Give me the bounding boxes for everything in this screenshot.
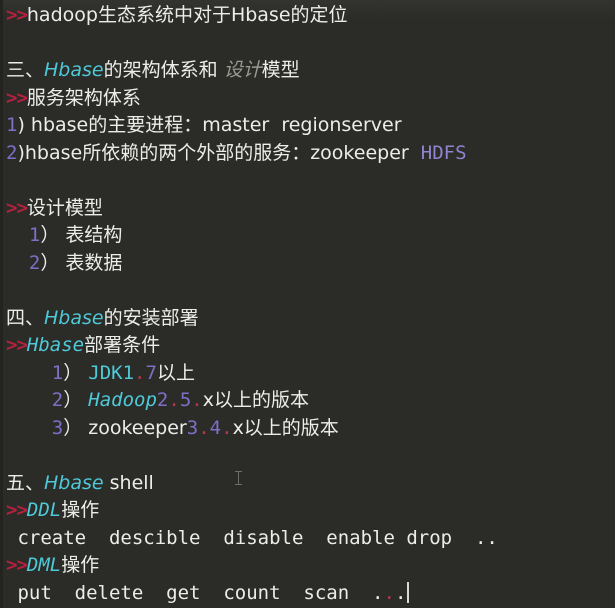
token-white: 五、 <box>6 471 45 494</box>
editor-line[interactable]: 三、Hbase的架构体系和 设计模型 <box>0 57 615 85</box>
token-dot: . <box>168 389 180 411</box>
token-white: . <box>394 581 407 604</box>
editor-line[interactable]: 3） zookeeper3.4.x以上的版本 <box>0 415 615 443</box>
token-dot: . <box>383 581 395 604</box>
token-white: 的安装部署 <box>103 306 199 329</box>
token-marker: >> <box>6 196 28 219</box>
token-purple: 2 <box>51 389 64 411</box>
token-marker: >> <box>6 86 28 109</box>
token-white: create descible disable enable drop .. <box>6 526 498 549</box>
token-white: shell <box>103 471 154 494</box>
token-white: put delete get count scan . <box>6 581 384 604</box>
token-cyan: DDL <box>26 499 62 521</box>
token-white <box>6 389 52 411</box>
editor-line[interactable]: >>DML操作 <box>0 552 615 580</box>
token-white: hadoop生态系统中对于Hbase的定位 <box>26 4 348 26</box>
editor-line[interactable]: put delete get count scan ... <box>0 580 615 608</box>
token-white: 以上 <box>156 361 195 384</box>
editor-line[interactable]: >>Hbase部署条件 <box>0 332 615 360</box>
token-cyan: DML <box>26 554 62 576</box>
token-cyan: Hbase <box>44 471 104 494</box>
token-marker: >> <box>6 499 28 521</box>
token-white: ） zookeeper <box>63 416 187 439</box>
token-white <box>6 417 52 439</box>
token-white: ) hbase的主要进程：master regionserver <box>17 114 402 136</box>
token-cyan: Hbase <box>44 59 104 81</box>
editor-line[interactable] <box>0 167 615 195</box>
editor-line[interactable]: 1) hbase的主要进程：master regionserver <box>0 112 615 140</box>
editor-line[interactable]: create descible disable enable drop .. <box>0 525 615 553</box>
token-white: ） <box>63 389 89 411</box>
token-cyan-upright: JDK1 <box>88 361 135 384</box>
token-purple: 1 <box>28 224 41 246</box>
token-cyan: Hadoop <box>88 389 157 411</box>
editor-line[interactable]: >>设计模型 <box>0 195 615 223</box>
token-white <box>6 362 52 384</box>
token-white: 三、 <box>6 59 45 81</box>
token-white: x以上的版本 <box>232 416 339 439</box>
editor-line[interactable]: 2） 表数据 <box>0 250 615 278</box>
editor-line[interactable]: >>服务架构体系 <box>0 85 615 113</box>
editor-line[interactable]: 2)hbase所依赖的两个外部的服务：zookeeper HDFS <box>0 140 615 168</box>
token-white: 服务架构体系 <box>26 86 141 109</box>
token-purple: 1 <box>51 361 64 384</box>
editor-line[interactable]: 1） JDK1.7以上 <box>0 360 615 388</box>
token-white: ） 表数据 <box>40 251 123 274</box>
token-purple: 2 <box>6 141 18 164</box>
token-gray-italic: 设计 <box>223 59 262 81</box>
token-purple: 2 <box>156 389 169 411</box>
text-editor-canvas[interactable]: >>hadoop生态系统中对于Hbase的定位 三、Hbase的架构体系和 设计… <box>0 0 615 608</box>
token-cyan: Hbase <box>26 334 85 356</box>
editor-line[interactable] <box>0 277 615 305</box>
token-white <box>6 224 29 246</box>
token-purple: 3 <box>51 416 64 439</box>
token-white: )hbase所依赖的两个外部的服务：zookeeper <box>17 141 421 164</box>
editor-line[interactable] <box>0 442 615 470</box>
editor-line[interactable]: 1） 表结构 <box>0 222 615 250</box>
token-white: 操作 <box>61 554 100 576</box>
token-purple: 4 <box>209 416 222 439</box>
token-purple: 5 <box>179 389 192 411</box>
token-white: 部署条件 <box>84 334 161 356</box>
text-caret <box>407 581 410 603</box>
token-white: 操作 <box>61 499 100 521</box>
token-marker: >> <box>6 554 28 576</box>
token-white: 设计模型 <box>26 196 103 219</box>
token-cyan: Hbase <box>44 306 104 329</box>
token-purple: 1 <box>6 114 18 136</box>
editor-line[interactable]: 2） Hadoop2.5.x以上的版本 <box>0 387 615 415</box>
token-white <box>6 252 29 274</box>
token-marker: >> <box>6 334 28 356</box>
token-purple: 3 <box>186 416 199 439</box>
token-purple: 2 <box>28 251 41 274</box>
editor-line[interactable]: 四、Hbase的安装部署 <box>0 305 615 333</box>
token-lavender: HDFS <box>420 141 467 164</box>
document-lines[interactable]: >>hadoop生态系统中对于Hbase的定位 三、Hbase的架构体系和 设计… <box>0 0 615 607</box>
token-dot: . <box>191 389 203 411</box>
token-white: x以上的版本 <box>202 389 309 411</box>
token-white: ） 表结构 <box>40 224 123 246</box>
token-purple: 7 <box>145 361 157 384</box>
token-white: 的架构体系和 <box>103 59 224 81</box>
editor-line[interactable]: >>DDL操作 <box>0 497 615 525</box>
editor-line[interactable]: >>hadoop生态系统中对于Hbase的定位 <box>0 2 615 30</box>
token-dot: . <box>134 361 146 384</box>
token-white: 模型 <box>261 59 300 81</box>
token-dot: . <box>221 416 233 439</box>
token-white: ） <box>63 361 89 384</box>
token-marker: >> <box>6 4 28 26</box>
editor-line[interactable]: 五、Hbase shell <box>0 470 615 498</box>
token-white: 四、 <box>6 306 45 329</box>
editor-line[interactable] <box>0 30 615 58</box>
token-dot: . <box>198 416 210 439</box>
